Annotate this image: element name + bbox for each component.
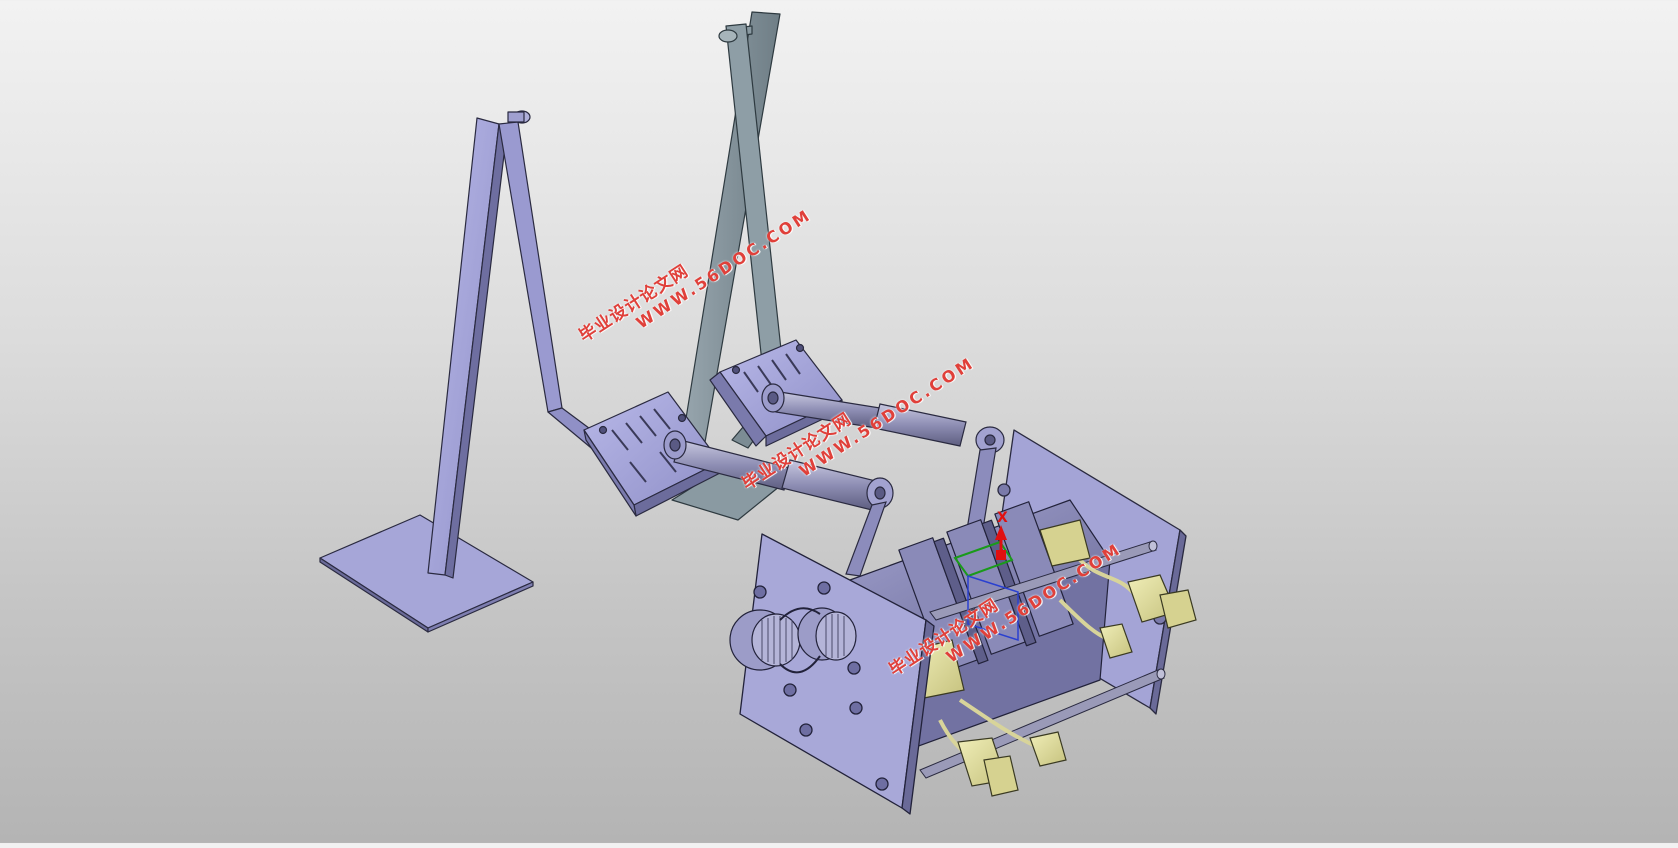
- cad-3d-viewport[interactable]: X 毕业设计论文网 WWW.56DOC.COM 毕业设计论文网 WWW.56DO…: [0, 0, 1678, 843]
- left-stand: [319, 110, 606, 633]
- axis-x-label: X: [997, 510, 1008, 526]
